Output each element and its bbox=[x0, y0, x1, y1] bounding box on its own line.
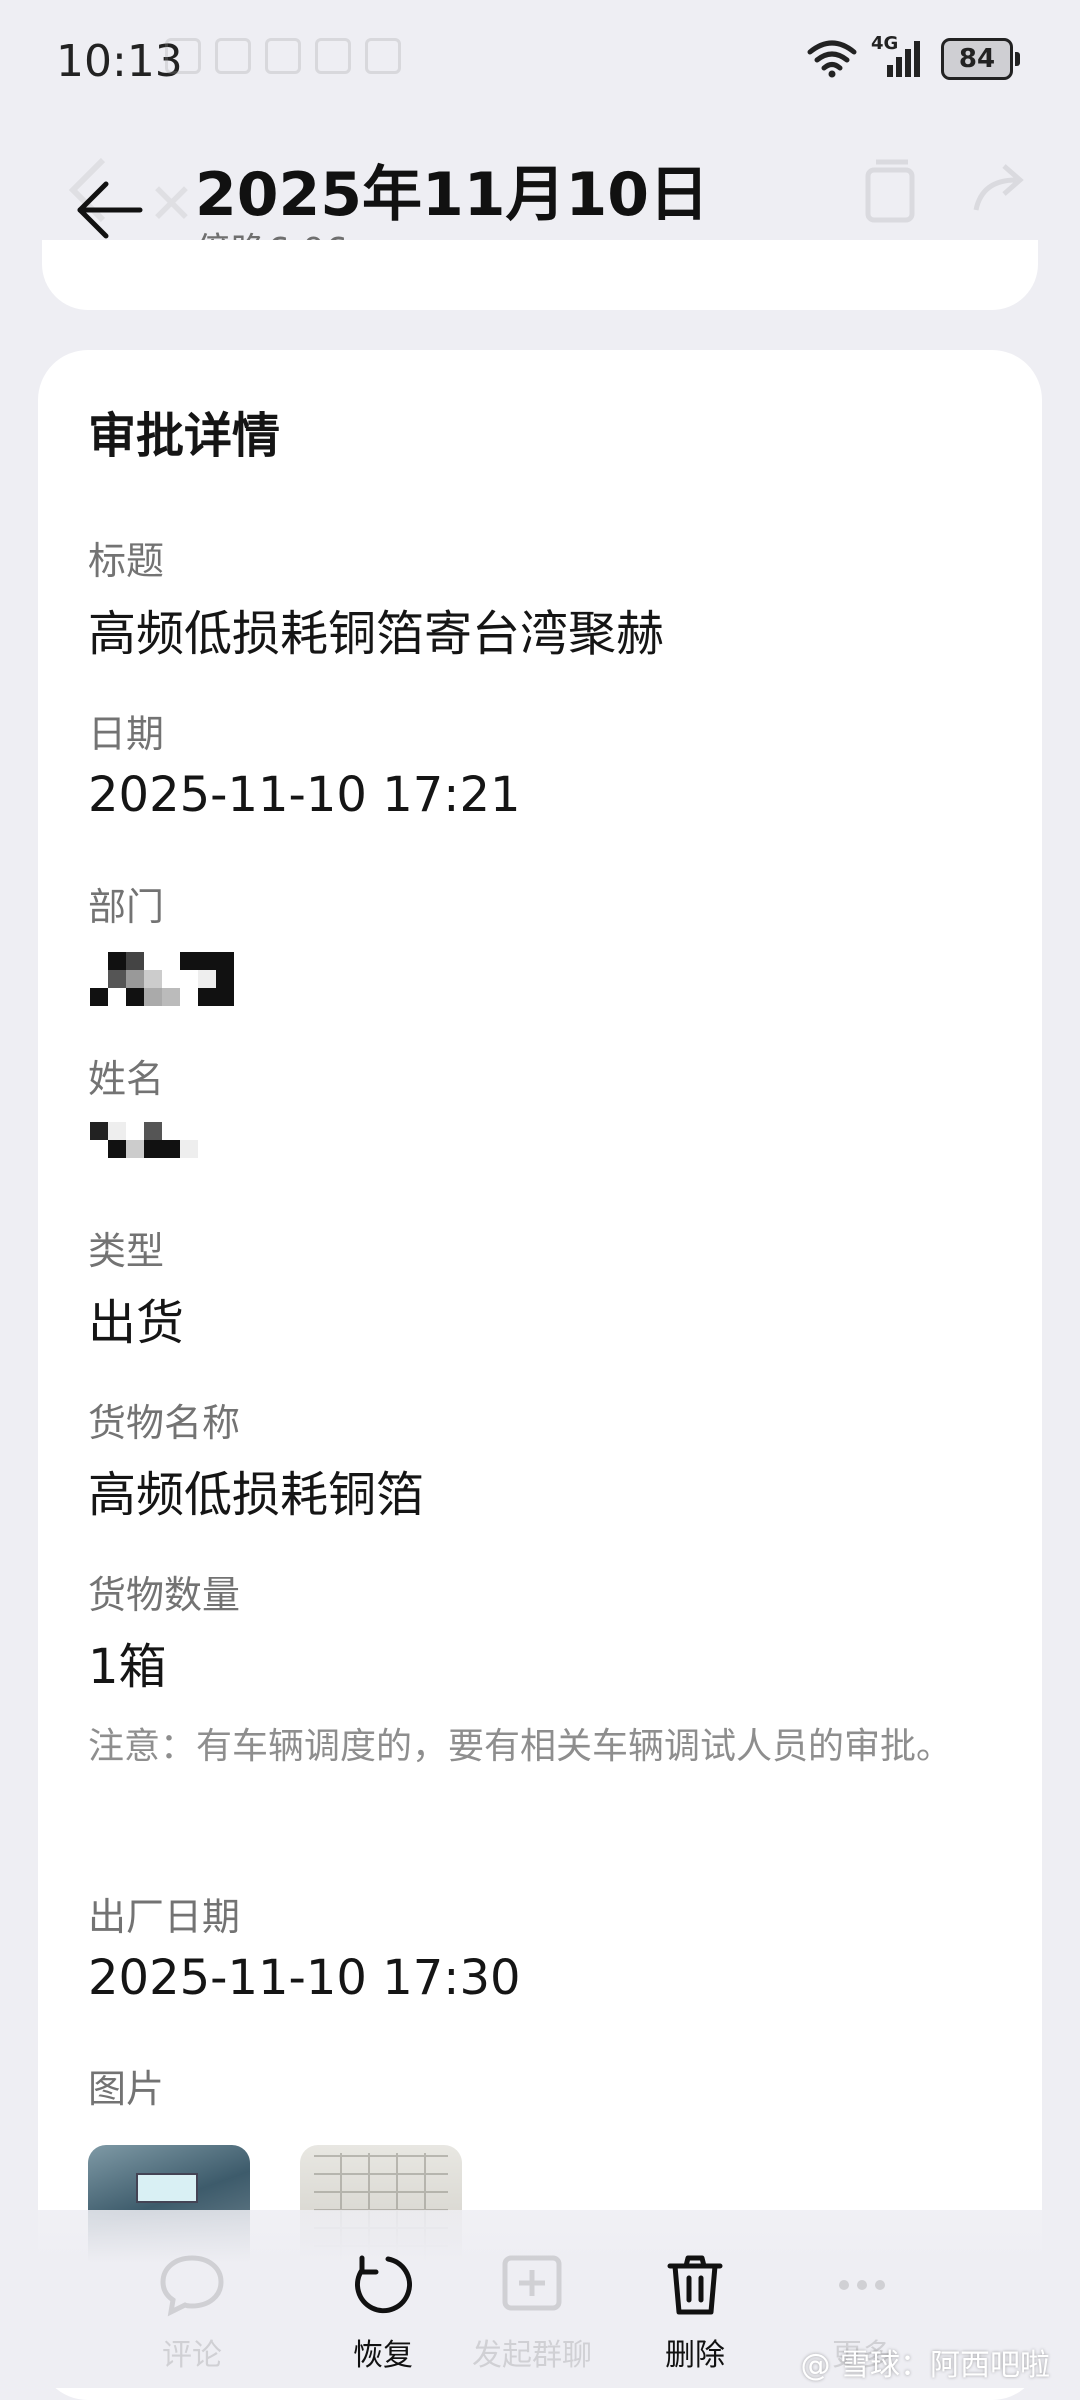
watermark: @ 雪球：阿西吧啦 bbox=[800, 2348, 1050, 2383]
start-group-chat-button: 发起群聊 bbox=[457, 2250, 607, 2374]
battery-icon: 84 bbox=[941, 38, 1020, 80]
more-icon bbox=[839, 2280, 885, 2290]
status-bar: 10:13 4G 84 bbox=[0, 0, 1080, 130]
goods-name-value: 高频低损耗铜箔 bbox=[88, 1467, 425, 1523]
status-icons: 4G 84 bbox=[807, 33, 1020, 80]
restore-icon bbox=[355, 2255, 412, 2314]
status-time: 10:13 bbox=[56, 36, 183, 87]
name-label: 姓名 bbox=[88, 1057, 165, 1101]
comment-label: 评论 bbox=[162, 2338, 222, 2373]
date-label: 日期 bbox=[88, 712, 165, 756]
comment-icon bbox=[160, 2255, 224, 2317]
name-value-redacted bbox=[90, 1122, 200, 1158]
comment-button: 评论 bbox=[122, 2250, 262, 2374]
trash-icon bbox=[667, 2255, 723, 2315]
delete-button[interactable]: 删除 bbox=[625, 2250, 765, 2374]
cellular-signal-icon: 4G bbox=[871, 33, 925, 79]
images-label: 图片 bbox=[88, 2067, 165, 2111]
department-value-redacted bbox=[90, 952, 240, 1006]
back-arrow-icon[interactable] bbox=[70, 170, 150, 250]
type-value: 出货 bbox=[88, 1295, 185, 1351]
group-chat-label: 发起群聊 bbox=[472, 2338, 592, 2373]
exit-date-value: 2025-11-10 17:30 bbox=[88, 1950, 521, 2006]
exit-date-label: 出厂日期 bbox=[88, 1895, 241, 1939]
ghost-copy-icon bbox=[865, 159, 915, 223]
battery-level: 84 bbox=[958, 44, 996, 74]
previous-card bbox=[42, 240, 1038, 310]
title-label: 标题 bbox=[88, 539, 165, 583]
date-value: 2025-11-10 17:21 bbox=[88, 767, 521, 823]
goods-quantity-label: 货物数量 bbox=[88, 1573, 241, 1617]
type-label: 类型 bbox=[88, 1229, 165, 1273]
wifi-icon bbox=[807, 40, 857, 78]
group-chat-icon bbox=[502, 2255, 562, 2311]
approval-detail-card: 审批详情 标题 高频低损耗铜箔寄台湾聚赫 日期 2025-11-10 17:21… bbox=[38, 350, 1042, 2400]
notification-icons bbox=[165, 38, 401, 74]
delete-label: 删除 bbox=[665, 2338, 725, 2373]
card-title: 审批详情 bbox=[88, 408, 281, 464]
approval-note: 注意：有车辆调度的，要有相关车辆调试人员的审批。 bbox=[88, 1726, 953, 1767]
ghost-close-icon: ✕ bbox=[148, 172, 195, 237]
goods-quantity-value: 1箱 bbox=[88, 1639, 167, 1695]
restore-button[interactable]: 恢复 bbox=[313, 2250, 453, 2374]
page-title: 2025年11月10日 bbox=[195, 160, 709, 230]
department-label: 部门 bbox=[88, 885, 165, 929]
goods-name-label: 货物名称 bbox=[88, 1401, 241, 1445]
title-value: 高频低损耗铜箔寄台湾聚赫 bbox=[88, 606, 665, 662]
restore-label: 恢复 bbox=[353, 2338, 413, 2373]
ghost-share-icon bbox=[973, 164, 1024, 211]
